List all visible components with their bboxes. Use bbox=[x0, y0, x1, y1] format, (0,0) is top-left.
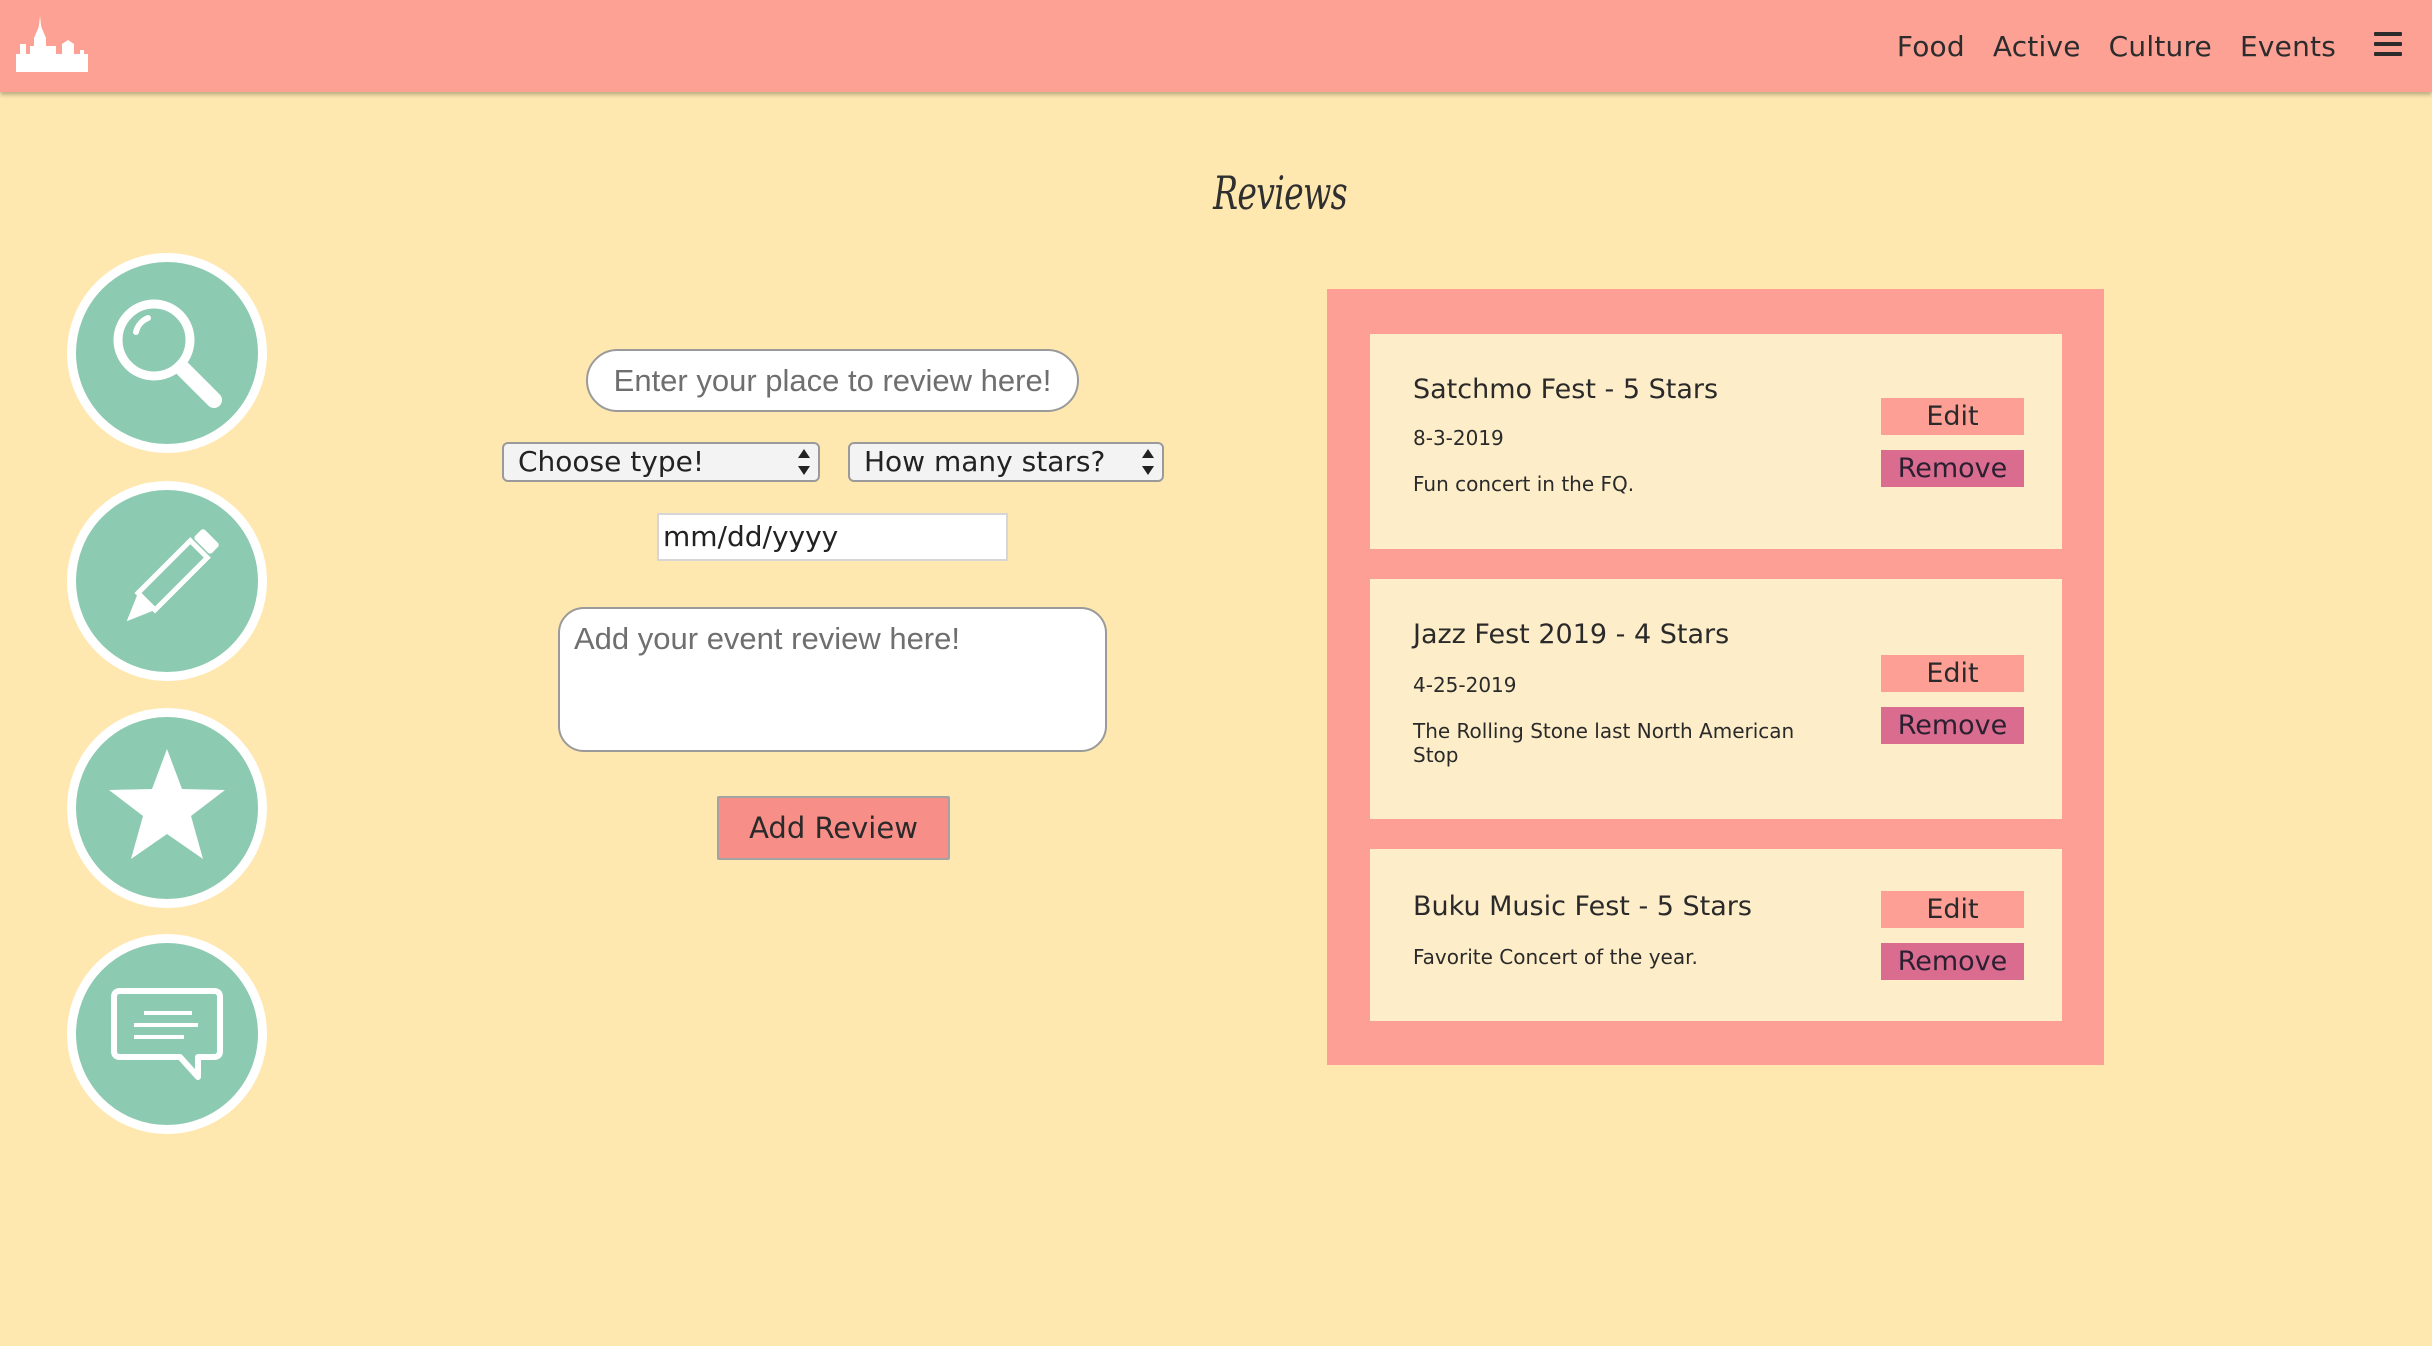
sidebar-favorites-button[interactable] bbox=[67, 708, 267, 908]
nav-link-culture[interactable]: Culture bbox=[2109, 30, 2212, 63]
select-arrows-icon bbox=[1142, 449, 1154, 475]
nav-links: Food Active Culture Events bbox=[1869, 0, 2336, 92]
remove-button[interactable]: Remove bbox=[1881, 943, 2024, 980]
nav-link-events[interactable]: Events bbox=[2240, 30, 2336, 63]
pencil-icon bbox=[126, 529, 219, 622]
review-date: 4-25-2019 bbox=[1413, 673, 1517, 697]
add-review-button[interactable]: Add Review bbox=[717, 796, 950, 860]
review-body: The Rolling Stone last North American St… bbox=[1413, 719, 1795, 767]
place-input[interactable] bbox=[586, 349, 1079, 412]
sidebar-messages-button[interactable] bbox=[67, 934, 267, 1134]
star-icon bbox=[109, 749, 225, 859]
search-icon bbox=[113, 299, 222, 408]
review-title: Satchmo Fest - 5 Stars bbox=[1413, 374, 1719, 405]
review-date: 8-3-2019 bbox=[1413, 426, 1504, 450]
review-title: Buku Music Fest - 5 Stars bbox=[1413, 891, 1752, 922]
remove-button[interactable]: Remove bbox=[1881, 707, 2024, 744]
edit-button[interactable]: Edit bbox=[1881, 655, 2024, 692]
sidebar-search-button[interactable] bbox=[67, 253, 267, 453]
review-body: Fun concert in the FQ. bbox=[1413, 472, 1635, 496]
review-title: Jazz Fest 2019 - 4 Stars bbox=[1413, 619, 1730, 650]
sidebar-write-button[interactable] bbox=[67, 481, 267, 681]
page-title: Reviews bbox=[1213, 166, 1347, 220]
remove-button[interactable]: Remove bbox=[1881, 450, 2024, 487]
review-body: Favorite Concert of the year. bbox=[1413, 945, 1698, 969]
type-select[interactable]: Choose type! bbox=[502, 442, 820, 482]
stars-select[interactable]: How many stars? bbox=[848, 442, 1164, 482]
review-card: Jazz Fest 2019 - 4 Stars 4-25-2019 The R… bbox=[1370, 579, 2062, 819]
review-textarea[interactable] bbox=[558, 607, 1107, 752]
city-logo-icon[interactable] bbox=[16, 14, 88, 72]
review-card: Buku Music Fest - 5 Stars Favorite Conce… bbox=[1370, 849, 2062, 1021]
nav-link-active[interactable]: Active bbox=[1993, 30, 2081, 63]
stars-select-value: How many stars? bbox=[864, 445, 1106, 478]
select-arrows-icon bbox=[798, 449, 810, 475]
chat-icon bbox=[111, 988, 223, 1080]
edit-button[interactable]: Edit bbox=[1881, 891, 2024, 928]
date-input[interactable]: mm/dd/yyyy bbox=[657, 513, 1008, 561]
hamburger-menu-icon[interactable] bbox=[2374, 32, 2402, 58]
edit-button[interactable]: Edit bbox=[1881, 398, 2024, 435]
review-card: Satchmo Fest - 5 Stars 8-3-2019 Fun conc… bbox=[1370, 334, 2062, 549]
nav-link-food[interactable]: Food bbox=[1897, 30, 1965, 63]
reviews-panel: Satchmo Fest - 5 Stars 8-3-2019 Fun conc… bbox=[1327, 289, 2104, 1065]
type-select-value: Choose type! bbox=[518, 445, 705, 478]
top-navbar: Food Active Culture Events bbox=[0, 0, 2432, 92]
